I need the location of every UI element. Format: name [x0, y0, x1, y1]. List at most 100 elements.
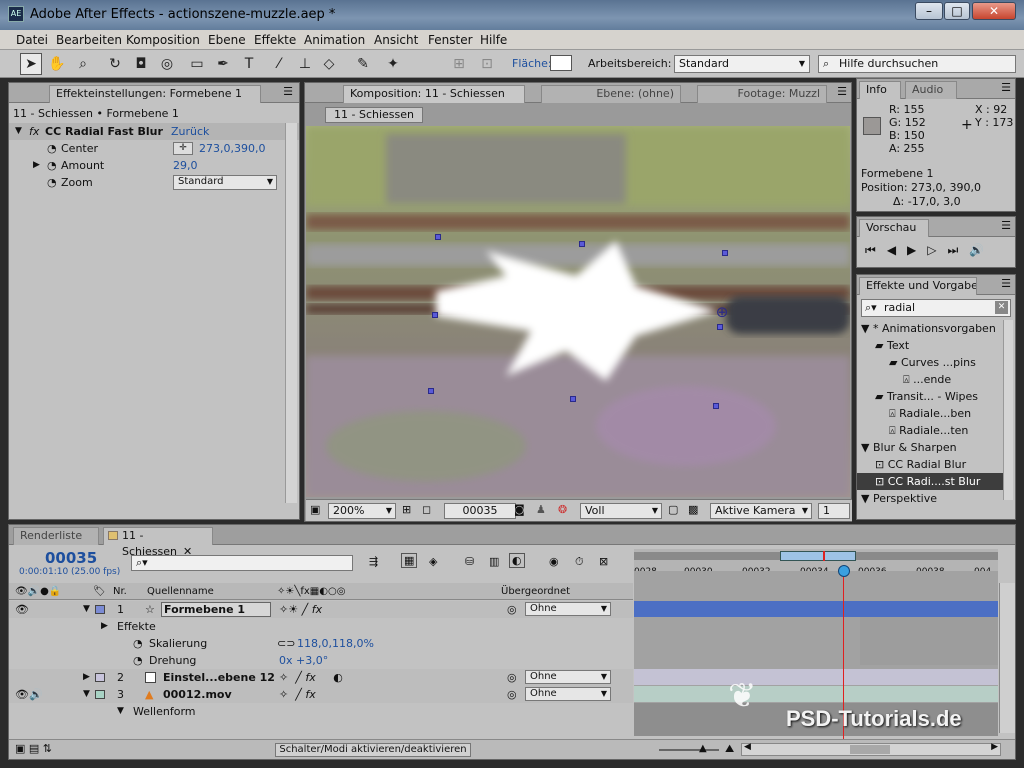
panel-menu-icon[interactable]: ☰	[283, 85, 293, 98]
shy-layers-icon[interactable]: ⛁	[465, 555, 474, 568]
resolution-dropdown[interactable]: Voll ▼	[580, 503, 662, 519]
camera-icon[interactable]: ◘	[130, 53, 152, 75]
rotate-icon[interactable]: ↻	[104, 53, 126, 75]
stopwatch-icon[interactable]: ◔	[133, 652, 143, 669]
stopwatch-icon[interactable]: ◔	[47, 140, 57, 157]
zoom-dropdown[interactable]: Standard	[173, 175, 277, 190]
live-update-icon[interactable]: ▦	[401, 553, 418, 568]
views-dropdown[interactable]: 1 Ans	[818, 503, 850, 519]
mask-vertex-handle[interactable]	[428, 388, 434, 394]
collapse-triangle-icon[interactable]: ▶	[83, 669, 90, 686]
effects-tree-item[interactable]: ▼ * Animationsvorgaben	[857, 320, 1003, 337]
channels-icon[interactable]: ❂	[558, 503, 567, 516]
layer-row-2[interactable]: ▶ 2 Einstel...ebene 12 ✧ ╱ fx ◐ ◎ Ohne	[9, 669, 633, 686]
mask-vertex-handle[interactable]	[432, 312, 438, 318]
clone-stamp-icon[interactable]: ⊥	[294, 53, 316, 75]
previous-frame-icon[interactable]: ◀	[887, 243, 907, 257]
timeline-horizontal-scrollbar[interactable]: ◀ ▶	[741, 742, 1001, 756]
draft-3d-icon[interactable]: ◈	[429, 555, 437, 568]
zoom-in-icon[interactable]: ⛰	[725, 742, 734, 756]
effects-tree-item[interactable]: ▰ Transit... - Wipes	[857, 388, 1003, 405]
auto-keyframe-icon[interactable]: ⏱	[575, 555, 584, 569]
expand-triangle-icon[interactable]: ▼	[117, 703, 124, 720]
brush-icon[interactable]: ⁄	[268, 53, 290, 75]
constrain-proportions-icon[interactable]: ⊂⊃	[277, 635, 295, 652]
zoom-icon[interactable]: ⌕	[72, 53, 94, 75]
effects-group-row[interactable]: ▶ Effekte	[9, 618, 633, 635]
layer-switches[interactable]: ✧ ╱ fx ◐	[279, 669, 343, 686]
audio-icon[interactable]: 🔊	[969, 243, 995, 257]
effects-tree-item[interactable]: ▰ Curves ...pins	[857, 354, 1003, 371]
close-button[interactable]: ✕	[972, 2, 1016, 20]
effects-tree-item[interactable]: ▼ Perspektive	[857, 490, 1003, 507]
parent-dropdown[interactable]: Ohne	[525, 687, 611, 701]
layer-row-1[interactable]: 👁 ▼ 1 ☆ Formebene 1 ✧☀ ╱ fx ◎ Ohne	[9, 601, 633, 618]
hand-icon[interactable]: ✋	[46, 53, 68, 75]
comp-name-label[interactable]: 11 - Schiessen	[325, 107, 423, 123]
tab-audio[interactable]: Audio	[905, 81, 957, 99]
brainstorm-icon[interactable]: ◉	[549, 555, 559, 568]
effects-tree-item[interactable]: ⊡ CC Radial Blur	[857, 456, 1003, 473]
current-time-field[interactable]: 00035	[444, 503, 516, 519]
play-icon[interactable]: ▶	[907, 243, 927, 257]
effects-tree-item[interactable]: ⍓ Radiale...ben	[857, 405, 1003, 422]
scale-property-row[interactable]: ◔ Skalierung ⊂⊃ 118,0,118,0%	[9, 635, 633, 652]
clear-search-icon[interactable]: ✕	[995, 301, 1008, 314]
mask-visibility-icon[interactable]: ◻	[422, 503, 431, 516]
panel-menu-icon[interactable]: ☰	[1001, 219, 1011, 232]
eye-icon[interactable]: 👁🔊	[15, 686, 43, 703]
comp-mini-flowchart-icon[interactable]: ⇶	[369, 555, 378, 568]
mask-vertex-handle[interactable]	[579, 241, 585, 247]
menu-hilfe[interactable]: Hilfe	[480, 33, 507, 47]
effect-panel-scrollbar[interactable]	[285, 123, 297, 503]
menu-bearbeiten[interactable]: Bearbeiten	[56, 33, 122, 47]
label-color-icon[interactable]	[95, 673, 105, 682]
expand-triangle-icon[interactable]: ▼	[83, 686, 90, 703]
region-of-interest-icon[interactable]: ▢	[668, 503, 678, 516]
eye-icon[interactable]: 👁	[15, 601, 29, 618]
stopwatch-icon[interactable]: ◔	[133, 635, 143, 652]
scroll-right-icon[interactable]: ▶	[991, 742, 998, 752]
puppet-pin-icon[interactable]: ✦	[382, 53, 404, 75]
graph-editor-icon[interactable]: ⊠	[599, 555, 608, 568]
tab-effects-presets[interactable]: Effekte und Vorgaben	[859, 277, 977, 295]
collapse-triangle-icon[interactable]: ▶	[33, 157, 40, 174]
layer-bar-3[interactable]	[634, 686, 998, 702]
maximize-button[interactable]: □	[944, 2, 970, 20]
stopwatch-icon[interactable]: ◔	[47, 174, 57, 191]
toggle-panes-icon[interactable]: ▣ ▤ ⇅	[15, 742, 52, 755]
always-preview-icon[interactable]: ▣	[310, 503, 320, 516]
menu-komposition[interactable]: Komposition	[126, 33, 200, 47]
fill-color-swatch[interactable]	[550, 55, 572, 71]
rotation-property-row[interactable]: ◔ Drehung 0x +3,0°	[9, 652, 633, 669]
show-snapshot-icon[interactable]: ♟	[536, 503, 546, 516]
tab-render-queue[interactable]: Renderliste	[13, 527, 99, 545]
layer-name[interactable]: 00012.mov	[163, 686, 232, 703]
effect-center-crosshair-icon[interactable]: ⊕	[714, 304, 730, 320]
layer-name[interactable]: Einstel...ebene 12	[163, 669, 275, 686]
pickwhip-icon[interactable]: ◎	[507, 669, 517, 686]
motion-blur-icon[interactable]: ◐	[509, 553, 525, 568]
mask-vertex-handle[interactable]	[570, 396, 576, 402]
collapse-triangle-icon[interactable]: ▶	[101, 618, 108, 635]
param-amount-value[interactable]: 29,0	[173, 157, 198, 174]
next-frame-icon[interactable]: ▷	[927, 243, 947, 257]
effects-tree-item[interactable]: ▰ Text	[857, 337, 1003, 354]
pan-behind-icon[interactable]: ◎	[156, 53, 178, 75]
menu-effekte[interactable]: Effekte	[254, 33, 296, 47]
timeline-search-input[interactable]: ⌕▾	[131, 555, 353, 571]
snap-icon[interactable]: ⊞	[448, 53, 470, 75]
workspace-dropdown[interactable]: Standard ▼	[674, 55, 810, 73]
mask-vertex-handle[interactable]	[435, 234, 441, 240]
tab-preview[interactable]: Vorschau	[859, 219, 929, 237]
layer-switches[interactable]: ✧ ╱ fx	[279, 686, 316, 703]
menu-fenster[interactable]: Fenster	[428, 33, 473, 47]
label-color-icon[interactable]	[95, 605, 105, 614]
pickwhip-icon[interactable]: ◎	[507, 601, 517, 618]
mask-vertex-handle[interactable]	[722, 250, 728, 256]
label-color-icon[interactable]	[95, 690, 105, 699]
composition-viewer[interactable]: ⊕	[306, 126, 850, 497]
rotation-value[interactable]: 0x +3,0°	[279, 652, 328, 669]
zoom-slider[interactable]	[659, 749, 719, 751]
axis-mode-icon[interactable]: ⊡	[476, 53, 498, 75]
